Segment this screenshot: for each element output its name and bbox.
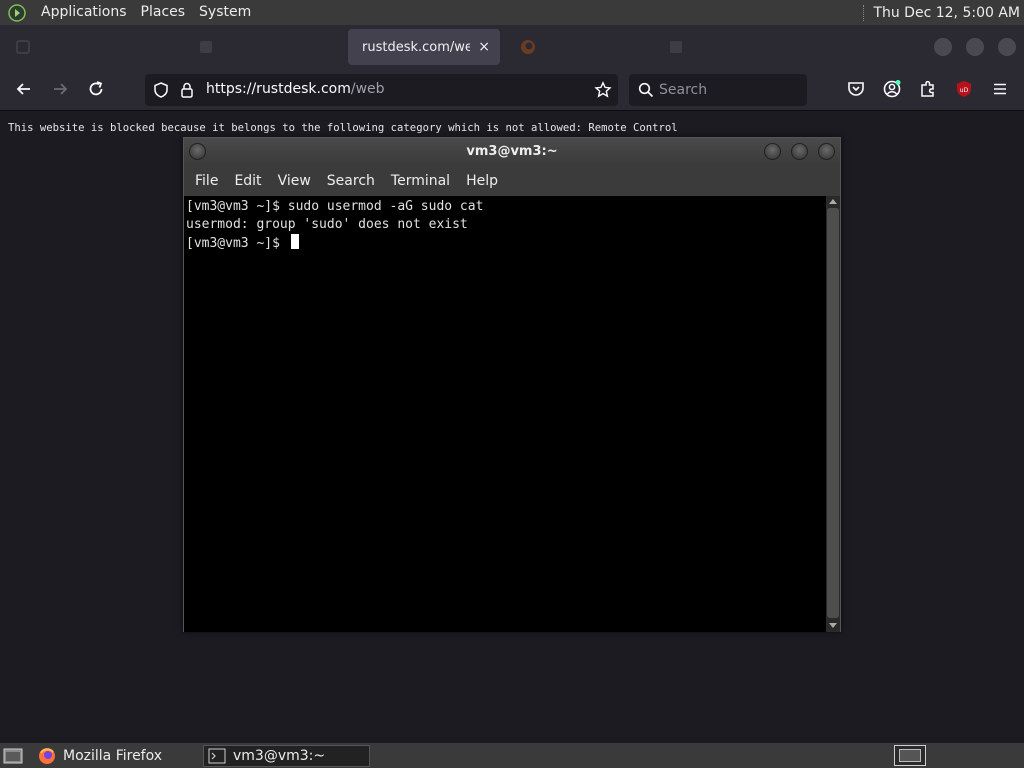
terminal-line: usermod: group 'sudo' does not exist [186, 217, 468, 232]
blocked-message: This website is blocked because it belon… [8, 122, 678, 134]
shield-icon[interactable] [152, 81, 170, 99]
terminal-close-button[interactable] [818, 143, 835, 160]
taskbar-label: Mozilla Firefox [63, 748, 163, 764]
tab-background-1[interactable] [6, 29, 126, 65]
tab-label: rustdesk.com/web [362, 39, 471, 55]
search-bar[interactable]: Search [629, 74, 807, 106]
maximize-button[interactable] [966, 38, 984, 56]
show-desktop-icon[interactable] [3, 747, 23, 765]
tab-background-2[interactable] [190, 29, 330, 65]
menu-help[interactable]: Help [458, 173, 506, 189]
menu-edit[interactable]: Edit [226, 173, 269, 189]
terminal-minimize-button[interactable] [764, 143, 781, 160]
terminal-line: [vm3@vm3 ~]$ sudo usermod -aG sudo cat [186, 199, 484, 214]
address-bar[interactable]: https://rustdesk.com/web [145, 74, 618, 106]
tab-background-3[interactable] [510, 29, 650, 65]
firefox-icon [521, 40, 535, 54]
scroll-thumb[interactable] [827, 208, 839, 618]
account-icon[interactable] [882, 79, 902, 99]
text-cursor [290, 234, 299, 249]
top-panel: Applications Places System Thu Dec 12, 5… [0, 0, 1024, 25]
workspace-switcher[interactable] [894, 745, 926, 766]
panel-separator [863, 4, 865, 21]
bookmark-star-icon[interactable] [594, 81, 612, 99]
taskbar-terminal[interactable]: vm3@vm3:~ [203, 745, 370, 767]
tab-favicon-icon [16, 40, 30, 54]
forward-arrow-icon[interactable] [50, 79, 70, 99]
url-host: https://rustdesk.com [206, 81, 351, 97]
svg-text:uD: uD [960, 87, 969, 94]
url-text[interactable]: https://rustdesk.com/web [206, 81, 385, 97]
terminal-menubar: File Edit View Search Terminal Help [184, 166, 840, 196]
clock-area[interactable]: Thu Dec 12, 5:00 AM [863, 0, 1024, 25]
lock-icon[interactable] [179, 81, 195, 99]
tab-close-icon[interactable]: × [478, 39, 490, 55]
places-menu[interactable]: Places [134, 0, 193, 25]
tab-favicon-icon [670, 41, 682, 53]
terminal-prompt: [vm3@vm3 ~]$ [186, 236, 288, 251]
scroll-down-arrow-icon[interactable] [829, 623, 837, 628]
scroll-up-arrow-icon[interactable] [829, 199, 837, 204]
terminal-title: vm3@vm3:~ [466, 144, 558, 159]
workspace-thumbnail [899, 749, 921, 762]
menu-view[interactable]: View [270, 173, 319, 189]
minimize-button[interactable] [934, 38, 952, 56]
taskbar-firefox[interactable]: Mozilla Firefox [34, 745, 200, 767]
terminal-output: [vm3@vm3 ~]$ sudo usermod -aG sudo cat us… [186, 198, 483, 253]
applications-menu[interactable]: Applications [34, 0, 134, 25]
tab-strip: rustdesk.com/web × [0, 25, 1024, 67]
search-icon [638, 82, 654, 98]
close-button[interactable] [998, 38, 1016, 56]
bottom-panel: Mozilla Firefox vm3@vm3:~ [0, 743, 1024, 768]
hamburger-menu-icon[interactable] [990, 79, 1010, 99]
tab-background-4[interactable] [660, 29, 810, 65]
menu-search[interactable]: Search [319, 173, 383, 189]
gnome-foot-icon[interactable] [8, 3, 26, 22]
back-arrow-icon[interactable] [14, 79, 34, 99]
taskbar-label: vm3@vm3:~ [233, 748, 326, 764]
terminal-prompt-line: [vm3@vm3 ~]$ [186, 234, 483, 253]
clock[interactable]: Thu Dec 12, 5:00 AM [873, 5, 1020, 21]
extensions-icon[interactable] [918, 79, 938, 99]
nav-bar: https://rustdesk.com/web Search uD [0, 67, 1024, 111]
menu-terminal[interactable]: Terminal [383, 173, 458, 189]
firefox-icon [39, 748, 55, 764]
terminal-titlebar[interactable]: vm3@vm3:~ [184, 138, 840, 166]
terminal-screen[interactable]: [vm3@vm3 ~]$ sudo usermod -aG sudo cat us… [184, 196, 826, 632]
reload-icon[interactable] [86, 79, 106, 99]
terminal-maximize-button[interactable] [791, 143, 808, 160]
search-placeholder: Search [659, 82, 708, 98]
ublock-origin-icon[interactable]: uD [954, 79, 974, 99]
system-menu[interactable]: System [192, 0, 258, 25]
terminal-scrollbar[interactable] [826, 196, 840, 632]
pocket-icon[interactable] [846, 79, 866, 99]
url-path: /web [350, 81, 385, 97]
tab-rustdesk[interactable]: rustdesk.com/web × [348, 29, 500, 65]
tab-favicon-icon [200, 41, 212, 53]
terminal-icon [208, 748, 226, 764]
terminal-window[interactable]: vm3@vm3:~ File Edit View Search Terminal… [183, 137, 841, 632]
menu-file[interactable]: File [187, 173, 226, 189]
